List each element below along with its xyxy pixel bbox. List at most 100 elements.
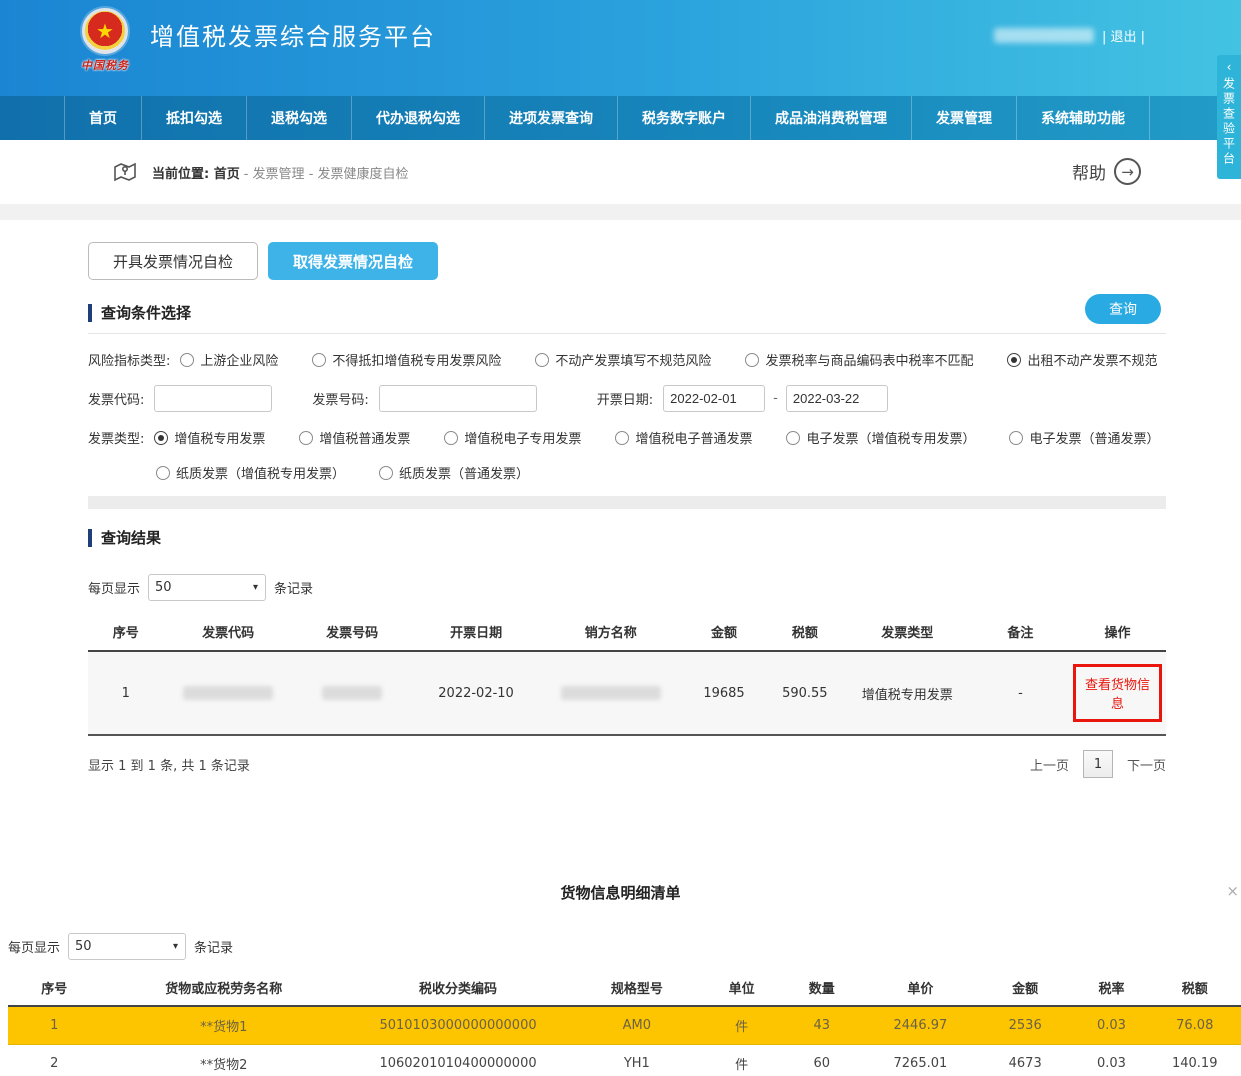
goods-page-size-label: 每页显示: [8, 937, 60, 956]
nav-item[interactable]: 首页: [64, 96, 141, 140]
risk-option-radio[interactable]: 出租不动产发票不规范: [1007, 350, 1157, 369]
risk-option-radio[interactable]: 发票税率与商品编码表中税率不匹配: [745, 350, 973, 369]
risk-option-radio[interactable]: 不得抵扣增值税专用发票风险: [312, 350, 501, 369]
tab[interactable]: 开具发票情况自检: [88, 242, 258, 280]
column-header: 货物或应税劳务名称: [100, 970, 347, 1006]
help-button[interactable]: 帮助 →: [1072, 158, 1141, 185]
nav-item[interactable]: 成品油消费税管理: [750, 96, 911, 140]
date-to-input[interactable]: [786, 385, 888, 412]
brand: ★ 中国税务 增值税发票综合服务平台: [68, 8, 436, 73]
cell-invoice-type: 增值税专用发票: [843, 651, 972, 735]
table-row: 1**货物15010103000000000000AM0件432446.9725…: [8, 1006, 1241, 1045]
results-count-text: 显示 1 到 1 条, 共 1 条记录: [88, 755, 250, 774]
nav-item[interactable]: 进项发票查询: [484, 96, 617, 140]
breadcrumb-row: 当前位置: 首页 - 发票管理 - 发票健康度自检 帮助 →: [0, 140, 1241, 204]
cell-invoice-date: 2022-02-10: [411, 651, 540, 735]
chevron-down-icon: ▾: [173, 941, 178, 952]
invoice-type-radio[interactable]: 电子发票（普通发票）: [1009, 428, 1159, 447]
cell-seller-name: [541, 651, 681, 735]
nav-item[interactable]: 发票管理: [911, 96, 1016, 140]
next-page-button[interactable]: 下一页: [1127, 755, 1166, 774]
column-header: 金额: [976, 970, 1075, 1006]
page-size-select[interactable]: 50 ▾: [148, 574, 266, 601]
column-header: 数量: [779, 970, 865, 1006]
results-table-header: 序号发票代码发票号码开票日期销方名称金额税额发票类型备注操作: [88, 613, 1166, 651]
page-size-suffix: 条记录: [274, 578, 313, 597]
query-results-title: 查询结果: [88, 529, 161, 547]
radio-button-icon: [745, 353, 759, 367]
invoice-type-radio[interactable]: 增值税电子专用发票: [444, 428, 581, 447]
cell: 2: [8, 1045, 100, 1076]
cell: 件: [705, 1045, 779, 1076]
nav-item[interactable]: 税务数字账户: [617, 96, 750, 140]
invoice-verify-side-tab[interactable]: ‹ 发票查验平台: [1217, 55, 1241, 179]
cell-tax: 590.55: [767, 651, 842, 735]
view-goods-link[interactable]: 查看货物信息: [1085, 678, 1150, 712]
cell: **货物2: [100, 1045, 347, 1076]
cell: 76.08: [1148, 1006, 1241, 1045]
cell: 0.03: [1075, 1006, 1149, 1045]
collapse-icon: ‹: [1217, 59, 1241, 75]
invoice-type-radio[interactable]: 增值税专用发票: [154, 428, 265, 447]
risk-option-radio[interactable]: 上游企业风险: [180, 350, 278, 369]
logout-link[interactable]: | 退出 |: [1102, 26, 1145, 45]
column-header: 单位: [705, 970, 779, 1006]
goods-table-header: 序号货物或应税劳务名称税收分类编码规格型号单位数量单价金额税率税额: [8, 970, 1241, 1006]
nav-item[interactable]: 退税勾选: [246, 96, 351, 140]
page-number-button[interactable]: 1: [1083, 750, 1113, 778]
date-from-input[interactable]: [663, 385, 765, 412]
column-header: 操作: [1069, 613, 1166, 651]
page-size-value: 50: [155, 580, 172, 595]
column-header: 开票日期: [411, 613, 540, 651]
breadcrumb-path: - 发票管理 - 发票健康度自检: [244, 163, 409, 182]
prev-page-button[interactable]: 上一页: [1030, 755, 1069, 774]
risk-type-label: 风险指标类型:: [88, 350, 170, 369]
nav-item[interactable]: 系统辅助功能: [1016, 96, 1150, 140]
radio-label: 不动产发票填写不规范风险: [555, 350, 711, 369]
radio-label: 增值税电子专用发票: [464, 428, 581, 447]
goods-page-size-select[interactable]: 50 ▾: [68, 933, 186, 960]
column-header: 税收分类编码: [347, 970, 569, 1006]
cell: 2446.97: [865, 1006, 976, 1045]
radio-label: 电子发票（增值税专用发票）: [806, 428, 975, 447]
radio-label: 不得抵扣增值税专用发票风险: [332, 350, 501, 369]
invoice-type-group-row1: 增值税专用发票 增值税普通发票 增值税电子专用发票 增值税电子普通发票 电子发票（增值税…: [154, 428, 1193, 447]
radio-label: 增值税专用发票: [174, 428, 265, 447]
radio-button-icon: [312, 353, 326, 367]
column-header: 销方名称: [541, 613, 681, 651]
cell: 1060201010400000000: [347, 1045, 569, 1076]
cell-seq: 1: [88, 651, 163, 735]
cell-action: 查看货物信息: [1069, 651, 1166, 735]
risk-option-radio[interactable]: 不动产发票填写不规范风险: [535, 350, 711, 369]
cell: 件: [705, 1006, 779, 1045]
invoice-code-input[interactable]: [154, 385, 272, 412]
tab[interactable]: 取得发票情况自检: [268, 242, 438, 280]
breadcrumb-current: 当前位置: 首页: [152, 163, 240, 182]
invoice-type-radio[interactable]: 增值税普通发票: [299, 428, 410, 447]
close-icon[interactable]: ×: [1226, 882, 1239, 900]
cell: 0.03: [1075, 1045, 1149, 1076]
nav-item[interactable]: 代办退税勾选: [351, 96, 484, 140]
radio-button-icon: [1009, 431, 1023, 445]
invoice-type-radio[interactable]: 纸质发票（增值税专用发票）: [156, 463, 345, 482]
query-button[interactable]: 查询: [1085, 294, 1161, 324]
invoice-number-input[interactable]: [379, 385, 537, 412]
invoice-number-label: 发票号码:: [312, 389, 368, 408]
annotation-highlight-box: 查看货物信息: [1073, 664, 1162, 722]
invoice-type-radio[interactable]: 电子发票（增值税专用发票）: [786, 428, 975, 447]
invoice-type-radio[interactable]: 增值税电子普通发票: [615, 428, 752, 447]
radio-label: 出租不动产发票不规范: [1027, 350, 1157, 369]
column-header: 规格型号: [569, 970, 705, 1006]
selfcheck-tabs: 开具发票情况自检取得发票情况自检: [88, 242, 1166, 280]
cell: 7265.01: [865, 1045, 976, 1076]
column-header: 发票类型: [843, 613, 972, 651]
nav-item[interactable]: 抵扣勾选: [141, 96, 246, 140]
logo: ★ 中国税务: [68, 8, 142, 73]
cell: 140.19: [1148, 1045, 1241, 1076]
table-row: 2**货物21060201010400000000YH1件607265.0146…: [8, 1045, 1241, 1076]
radio-label: 增值税电子普通发票: [635, 428, 752, 447]
divider: [88, 496, 1166, 509]
invoice-type-radio[interactable]: 纸质发票（普通发票）: [379, 463, 529, 482]
goods-table: 序号货物或应税劳务名称税收分类编码规格型号单位数量单价金额税率税额 1**货物1…: [8, 970, 1241, 1076]
username-redacted: [994, 28, 1094, 43]
